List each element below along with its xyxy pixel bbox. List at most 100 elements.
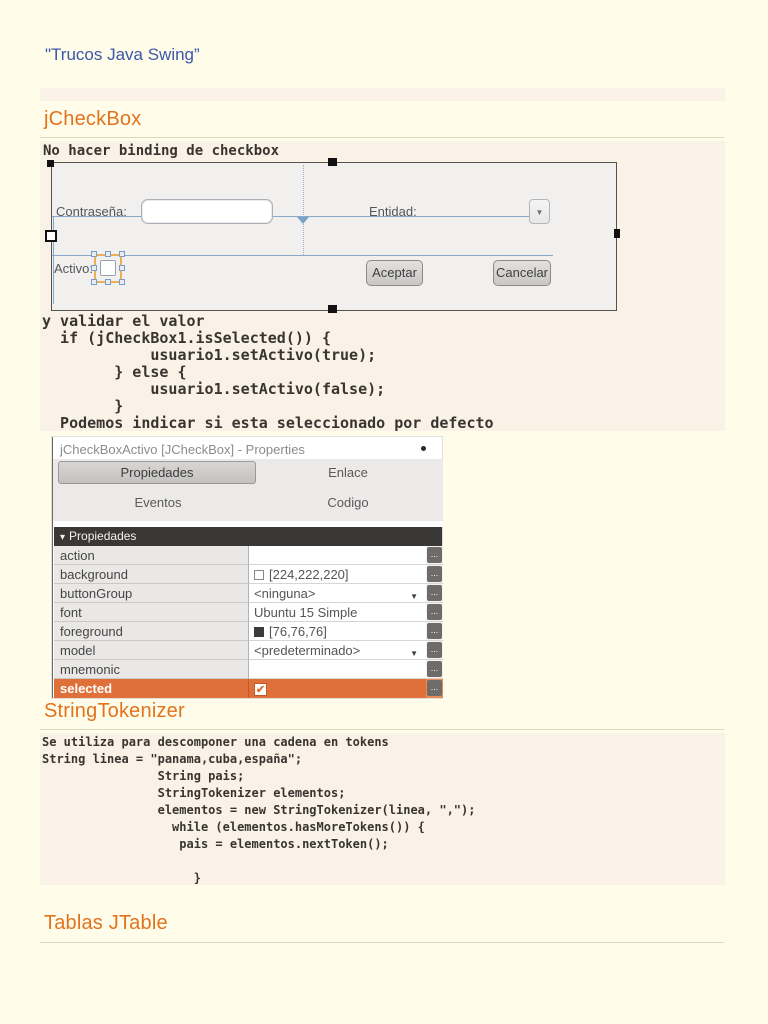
value-text: <ninguna>	[254, 586, 316, 601]
property-value[interactable]	[249, 660, 426, 679]
more-cell: ...	[426, 660, 443, 679]
properties-section-header[interactable]: ▾ Propiedades	[54, 527, 442, 546]
property-value[interactable]: [76,76,76]	[249, 622, 426, 641]
properties-table: action ... background [224,222,220] ... …	[54, 546, 443, 698]
section-header-label: Propiedades	[69, 529, 137, 543]
resize-handle[interactable]	[105, 279, 111, 285]
entity-label: Entidad:	[369, 204, 417, 219]
ellipsis-button[interactable]: ...	[427, 604, 442, 620]
more-cell: ...	[426, 584, 443, 603]
more-cell: ...	[426, 565, 443, 584]
value-text: [224,222,220]	[269, 567, 349, 582]
property-name: mnemonic	[54, 660, 249, 679]
resize-handle[interactable]	[119, 251, 125, 257]
table-row-selected[interactable]: selected ✔ ...	[54, 679, 443, 698]
resize-handle[interactable]	[105, 251, 111, 257]
color-swatch-icon	[254, 570, 264, 580]
property-value[interactable]: Ubuntu 15 Simple	[249, 603, 426, 622]
more-cell: ...	[426, 603, 443, 622]
value-text: [76,76,76]	[269, 624, 327, 639]
divider	[40, 942, 724, 943]
guide-anchor-icon	[297, 217, 309, 224]
table-row-font[interactable]: font Ubuntu 15 Simple ...	[54, 603, 443, 622]
property-value[interactable]	[249, 546, 426, 565]
ellipsis-button[interactable]: ...	[427, 566, 442, 582]
ellipsis-button[interactable]: ...	[427, 661, 442, 677]
property-name: action	[54, 546, 249, 565]
page-title: "Trucos Java Swing”	[45, 45, 200, 64]
form-designer-screenshot: Contraseña: Entidad: ▼ Activo: Aceptar C…	[45, 158, 621, 313]
properties-panel-screenshot: jCheckBoxActivo [JCheckBox] - Properties…	[52, 437, 443, 698]
table-row-mnemonic[interactable]: mnemonic ...	[54, 660, 443, 679]
resize-handle[interactable]	[119, 265, 125, 271]
ellipsis-button[interactable]: ...	[427, 680, 442, 696]
collapse-triangle-icon: ▾	[60, 532, 66, 543]
section-heading-jcheckbox: jCheckBox	[44, 108, 142, 130]
cancel-button[interactable]: Cancelar	[493, 260, 551, 286]
resize-handle[interactable]	[119, 279, 125, 285]
checkbox-selection	[91, 251, 125, 285]
property-name: buttonGroup	[54, 584, 249, 603]
resize-handle[interactable]	[91, 251, 97, 257]
document-page: { "page": { "title": "\"Trucos Java Swin…	[0, 0, 768, 1024]
property-name: foreground	[54, 622, 249, 641]
value-text: <predeterminado>	[254, 643, 361, 658]
section-heading-stringtokenizer: StringTokenizer	[44, 700, 185, 722]
property-name: background	[54, 565, 249, 584]
ellipsis-button[interactable]: ...	[427, 585, 442, 601]
form-handle-bottom[interactable]	[328, 305, 337, 313]
code-tokenizer-block: Se utiliza para descomponer una cadena e…	[42, 735, 476, 885]
more-cell: ...	[426, 641, 443, 660]
color-swatch-icon	[254, 627, 264, 637]
property-name: font	[54, 603, 249, 622]
more-cell: ...	[426, 546, 443, 565]
table-row-model[interactable]: model <predeterminado> ▼ ...	[54, 641, 443, 660]
column-guide-dotted	[303, 165, 304, 255]
ellipsis-button[interactable]: ...	[427, 547, 442, 563]
form-panel: Contraseña: Entidad: ▼ Activo: Aceptar C…	[51, 162, 617, 311]
table-row-foreground[interactable]: foreground [76,76,76] ...	[54, 622, 443, 641]
value-text: Ubuntu 15 Simple	[254, 605, 358, 620]
form-handle-left[interactable]	[45, 230, 57, 242]
tab-enlace[interactable]: Enlace	[258, 465, 438, 480]
code-binding-note: No hacer binding de checkbox	[43, 143, 280, 159]
property-value[interactable]: <predeterminado> ▼	[249, 641, 426, 660]
active-label: Activo:	[54, 261, 94, 276]
ellipsis-button[interactable]: ...	[427, 623, 442, 639]
property-name: model	[54, 641, 249, 660]
divider	[40, 729, 724, 730]
property-value[interactable]: [224,222,220]	[249, 565, 426, 584]
form-handle-topleft[interactable]	[47, 160, 54, 167]
form-handle-right[interactable]	[614, 229, 620, 238]
form-handle-top[interactable]	[328, 158, 337, 166]
password-field[interactable]	[141, 199, 273, 224]
more-cell: ...	[426, 622, 443, 641]
baseline-guide-bottom	[52, 255, 553, 256]
more-cell: ...	[426, 679, 443, 698]
active-checkbox[interactable]	[100, 260, 116, 276]
tab-codigo[interactable]: Codigo	[258, 495, 438, 510]
properties-tabs: Propiedades Enlace Eventos Codigo	[53, 459, 443, 521]
property-value[interactable]: <ninguna> ▼	[249, 584, 426, 603]
resize-handle[interactable]	[91, 265, 97, 271]
property-value[interactable]: ✔	[249, 679, 426, 698]
table-row-action[interactable]: action ...	[54, 546, 443, 565]
ellipsis-button[interactable]: ...	[427, 642, 442, 658]
property-name: selected	[54, 679, 249, 698]
window-dot-icon	[421, 446, 426, 451]
table-row-buttongroup[interactable]: buttonGroup <ninguna> ▼ ...	[54, 584, 443, 603]
tab-propiedades[interactable]: Propiedades	[58, 461, 256, 484]
divider	[40, 137, 724, 138]
password-label: Contraseña:	[56, 204, 127, 219]
properties-title: jCheckBoxActivo [JCheckBox] - Properties	[60, 442, 305, 457]
code-validate-block: y validar el valor if (jCheckBox1.isSele…	[42, 312, 494, 432]
resize-handle[interactable]	[91, 279, 97, 285]
accept-button[interactable]: Aceptar	[366, 260, 423, 286]
table-row-background[interactable]: background [224,222,220] ...	[54, 565, 443, 584]
checked-checkbox-icon[interactable]: ✔	[254, 683, 267, 696]
entity-combobox[interactable]: ▼	[529, 199, 550, 224]
combo-arrow-icon: ▼	[535, 208, 544, 217]
band-top	[40, 88, 725, 101]
tab-eventos[interactable]: Eventos	[68, 495, 248, 510]
section-heading-tablas-jtable: Tablas JTable	[44, 912, 168, 934]
